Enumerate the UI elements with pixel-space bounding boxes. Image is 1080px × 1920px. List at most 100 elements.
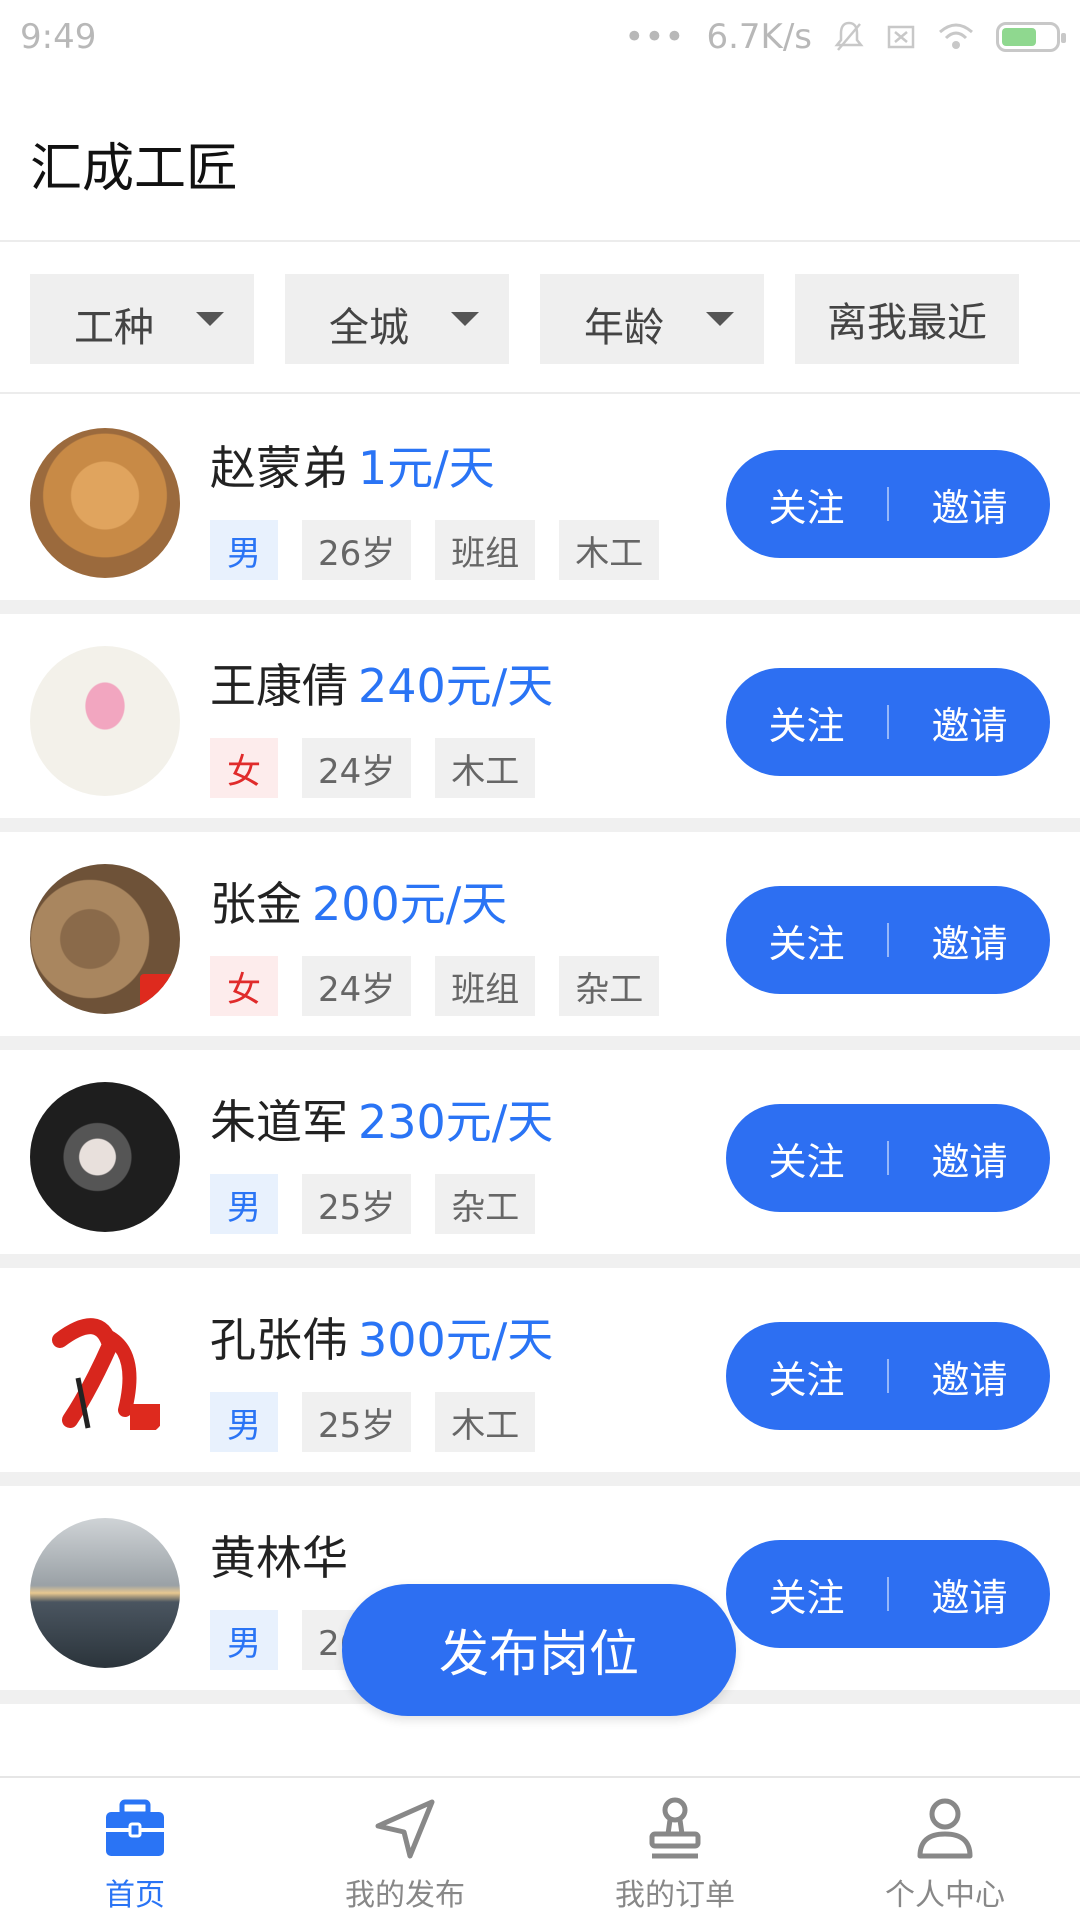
- avatar[interactable]: [30, 428, 180, 578]
- briefcase-icon: [106, 1799, 164, 1856]
- worker-wage: 1元/天: [358, 441, 495, 495]
- network-speed: 6.7K/s: [706, 17, 812, 57]
- filter-label: 年龄: [584, 305, 664, 351]
- more-dots-icon: •••: [624, 17, 685, 57]
- action-pill: 关注 邀请: [726, 1540, 1050, 1648]
- gender-tag: 男: [210, 1610, 278, 1670]
- person-icon: [917, 1798, 973, 1859]
- app-header: 汇成工匠: [0, 74, 1080, 242]
- filter-label: 全城: [329, 305, 409, 351]
- age-tag: 26岁: [302, 520, 412, 580]
- avatar[interactable]: [30, 864, 180, 1014]
- follow-button[interactable]: 关注: [726, 695, 887, 750]
- gender-tag: 男: [210, 1174, 278, 1234]
- action-pill: 关注 邀请: [726, 886, 1050, 994]
- worker-name-line: 黄林华: [210, 1522, 358, 1588]
- worker-name: 孔张伟: [210, 1313, 348, 1367]
- page-title: 汇成工匠: [30, 139, 239, 199]
- worker-card[interactable]: 张金 200元/天 女 24岁 班组 杂工 关注 邀请: [0, 832, 1080, 1050]
- worker-name: 黄林华: [210, 1531, 348, 1585]
- post-job-button[interactable]: 发布岗位: [342, 1584, 736, 1716]
- dropdown-arrow-icon: [451, 312, 479, 326]
- worker-name: 赵蒙弟: [210, 441, 348, 495]
- flag-icon: [140, 974, 174, 1008]
- tab-label: 我的订单: [615, 1878, 735, 1913]
- status-bar: 9:49 ••• 6.7K/s: [0, 0, 1080, 74]
- worker-tags: 男 25岁 杂工: [210, 1174, 536, 1234]
- status-time: 9:49: [20, 17, 97, 57]
- tab-my-orders[interactable]: 我的订单: [540, 1778, 810, 1920]
- worker-name-line: 朱道军 230元/天: [210, 1086, 553, 1152]
- worker-card[interactable]: 朱道军 230元/天 男 25岁 杂工 关注 邀请: [0, 1050, 1080, 1268]
- tab-profile[interactable]: 个人中心: [810, 1778, 1080, 1920]
- follow-button[interactable]: 关注: [726, 1567, 887, 1622]
- tab-home[interactable]: 首页: [0, 1778, 270, 1920]
- trade-tag: 杂工: [559, 956, 660, 1016]
- invite-button[interactable]: 邀请: [889, 1131, 1050, 1186]
- worker-card[interactable]: 王康倩 240元/天 女 24岁 木工 关注 邀请: [0, 614, 1080, 832]
- invite-button[interactable]: 邀请: [889, 1567, 1050, 1622]
- gender-tag: 男: [210, 520, 278, 580]
- trade-tag: 木工: [559, 520, 660, 580]
- worker-tags: 男 26岁 班组 木工: [210, 520, 660, 580]
- gender-tag: 男: [210, 1392, 278, 1452]
- worker-wage: 230元/天: [358, 1095, 554, 1149]
- worker-name: 朱道军: [210, 1095, 348, 1149]
- action-pill: 关注 邀请: [726, 450, 1050, 558]
- worker-name-line: 赵蒙弟 1元/天: [210, 432, 495, 498]
- filter-label: 离我最近: [827, 300, 987, 346]
- worker-wage: 200元/天: [312, 877, 508, 931]
- action-pill: 关注 邀请: [726, 1322, 1050, 1430]
- tab-my-posts[interactable]: 我的发布: [270, 1778, 540, 1920]
- battery-icon: [996, 22, 1066, 52]
- filter-bar: 工种 全城 年龄 离我最近: [0, 244, 1080, 394]
- avatar[interactable]: [30, 1300, 180, 1450]
- invite-button[interactable]: 邀请: [889, 695, 1050, 750]
- filter-city[interactable]: 全城: [285, 274, 509, 364]
- trade-tag: 木工: [435, 738, 536, 798]
- status-icons: ••• 6.7K/s: [624, 17, 1066, 57]
- worker-name-line: 张金 200元/天: [210, 868, 507, 934]
- follow-button[interactable]: 关注: [726, 913, 887, 968]
- action-pill: 关注 邀请: [726, 668, 1050, 776]
- filter-trade[interactable]: 工种: [30, 274, 254, 364]
- filter-nearest[interactable]: 离我最近: [795, 274, 1019, 364]
- worker-tags: 女 24岁 木工: [210, 738, 536, 798]
- trade-tag: 木工: [435, 1392, 536, 1452]
- sim-off-icon: [887, 25, 915, 49]
- worker-card[interactable]: 孔张伟 300元/天 男 25岁 木工 关注 邀请: [0, 1268, 1080, 1486]
- follow-button[interactable]: 关注: [726, 1349, 887, 1404]
- invite-button[interactable]: 邀请: [889, 477, 1050, 532]
- tab-label: 个人中心: [885, 1878, 1005, 1913]
- filter-age[interactable]: 年龄: [540, 274, 764, 364]
- follow-button[interactable]: 关注: [726, 1131, 887, 1186]
- age-tag: 25岁: [302, 1392, 412, 1452]
- worker-name-line: 孔张伟 300元/天: [210, 1304, 553, 1370]
- invite-button[interactable]: 邀请: [889, 913, 1050, 968]
- team-tag: 班组: [435, 520, 536, 580]
- age-tag: 25岁: [302, 1174, 412, 1234]
- tab-label: 我的发布: [345, 1878, 465, 1913]
- worker-name: 王康倩: [210, 659, 348, 713]
- avatar[interactable]: [30, 646, 180, 796]
- invite-button[interactable]: 邀请: [889, 1349, 1050, 1404]
- age-tag: 24岁: [302, 956, 412, 1016]
- bottom-tab-bar: 首页 我的发布 我的订单 个人中心: [0, 1776, 1080, 1920]
- trade-tag: 杂工: [435, 1174, 536, 1234]
- team-tag: 班组: [435, 956, 536, 1016]
- worker-name: 张金: [210, 877, 302, 931]
- worker-card[interactable]: 赵蒙弟 1元/天 男 26岁 班组 木工 关注 邀请: [0, 396, 1080, 614]
- dropdown-arrow-icon: [196, 312, 224, 326]
- follow-button[interactable]: 关注: [726, 477, 887, 532]
- worker-tags: 男 25岁 木工: [210, 1392, 536, 1452]
- calligraphy-logo-icon: [52, 1318, 160, 1430]
- worker-list[interactable]: 赵蒙弟 1元/天 男 26岁 班组 木工 关注 邀请 王康倩 240元/天 女 24…: [0, 396, 1080, 1704]
- stamp-icon: [649, 1797, 701, 1859]
- gender-tag: 女: [210, 738, 278, 798]
- gender-tag: 女: [210, 956, 278, 1016]
- worker-wage: 240元/天: [358, 659, 554, 713]
- mute-bell-icon: [834, 21, 864, 51]
- worker-wage: 300元/天: [358, 1313, 554, 1367]
- avatar[interactable]: [30, 1518, 180, 1668]
- avatar[interactable]: [30, 1082, 180, 1232]
